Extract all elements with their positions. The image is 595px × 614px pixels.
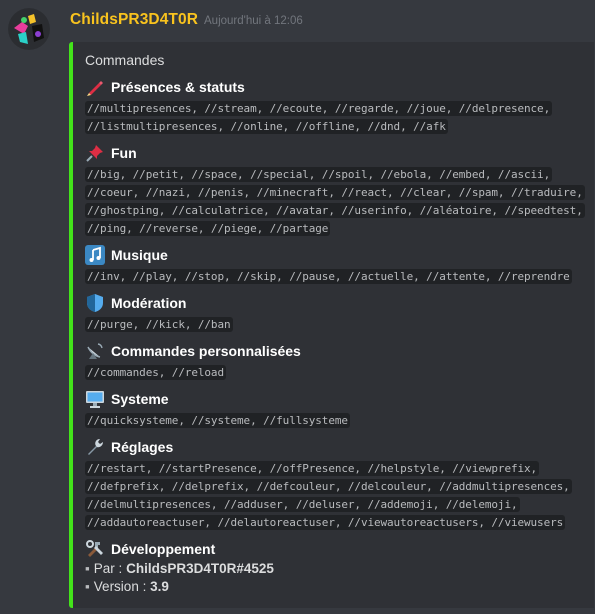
wrench-icon <box>85 437 105 457</box>
command-line: //listmultipresences, //online, //offlin… <box>85 118 588 136</box>
message-header: ChildsPR3D4T0R Aujourd'hui à 12:06 <box>70 11 303 33</box>
inline-code: //restart, //startPresence, //offPresenc… <box>85 461 540 476</box>
command-line: //delmultipresences, //adduser, //deluse… <box>85 496 588 514</box>
embed: Commandes Présences & statuts //multipres… <box>69 42 594 608</box>
field-name-text: Développement <box>111 541 216 557</box>
hammer-and-wrench-icon <box>85 539 105 559</box>
embed-title: Commandes <box>85 52 165 68</box>
field-name: Modération <box>85 292 588 314</box>
field-name-text: Musique <box>111 247 168 263</box>
command-line: //restart, //startPresence, //offPresenc… <box>85 460 588 478</box>
inline-code: //inv, //play, //stop, //skip, //pause, … <box>85 269 572 284</box>
command-line: //multipresences, //stream, //ecoute, //… <box>85 100 588 118</box>
field-name-text: Systeme <box>111 391 169 407</box>
command-line: //commandes, //reload <box>85 364 588 382</box>
inline-code: //delmultipresences, //adduser, //deluse… <box>85 497 520 512</box>
dev-version-line: ▪ Version : 3.9 <box>85 578 588 596</box>
inline-code: //purge, //kick, //ban <box>85 317 233 332</box>
inline-code: //listmultipresences, //online, //offlin… <box>85 119 448 134</box>
command-line: //ghostping, //calculatrice, //avatar, /… <box>85 202 588 220</box>
field-name-text: Modération <box>111 295 187 311</box>
field-name-text: Réglages <box>111 439 174 455</box>
shield-icon <box>85 293 105 313</box>
field-name-text: Commandes personnalisées <box>111 343 301 359</box>
command-line: //purge, //kick, //ban <box>85 316 588 334</box>
inline-code: //coeur, //nazi, //penis, //minecraft, /… <box>85 185 585 200</box>
dev-version-value: 3.9 <box>150 579 169 594</box>
timestamp: Aujourd'hui à 12:06 <box>204 15 303 27</box>
inline-code: //defprefix, //delprefix, //defcouleur, … <box>85 479 572 494</box>
username[interactable]: ChildsPR3D4T0R <box>70 11 198 29</box>
bullet: ▪ <box>85 579 90 594</box>
field-name: Réglages <box>85 436 588 458</box>
command-line: //inv, //play, //stop, //skip, //pause, … <box>85 268 588 286</box>
bullet: ▪ <box>85 561 90 576</box>
embed-field: Commandes personnalisées //commandes, //r… <box>85 340 588 382</box>
embed-field: Musique //inv, //play, //stop, //skip, //… <box>85 244 588 286</box>
field-value: //quicksysteme, //systeme, //fullsysteme <box>85 412 588 430</box>
dev-by-label: Par : <box>93 561 123 576</box>
inline-code: //ping, //reverse, //piege, //partage <box>85 221 331 236</box>
inline-code: //multipresences, //stream, //ecoute, //… <box>85 101 553 116</box>
command-line: //ping, //reverse, //piege, //partage <box>85 220 588 238</box>
field-name: Commandes personnalisées <box>85 340 588 362</box>
field-name-text: Présences & statuts <box>111 79 245 95</box>
field-value: //purge, //kick, //ban <box>85 316 588 334</box>
desktop-computer-icon <box>85 389 105 409</box>
dev-by-line: ▪ Par : ChildsPR3D4T0R#4525 <box>85 560 588 578</box>
command-line: //coeur, //nazi, //penis, //minecraft, /… <box>85 184 588 202</box>
inline-code: //commandes, //reload <box>85 365 226 380</box>
command-line: //big, //petit, //space, //special, //sp… <box>85 166 588 184</box>
embed-fields: Présences & statuts //multipresences, //s… <box>85 76 588 532</box>
field-value: //commandes, //reload <box>85 364 588 382</box>
satellite-dish-icon <box>85 341 105 361</box>
field-name: Systeme <box>85 388 588 410</box>
command-line: //addautoreactuser, //delautoreactuser, … <box>85 514 588 532</box>
command-line: //quicksysteme, //systeme, //fullsysteme <box>85 412 588 430</box>
field-name-text: Fun <box>111 145 137 161</box>
chat-message: ChildsPR3D4T0R Aujourd'hui à 12:06 Comma… <box>0 0 595 614</box>
field-value: //big, //petit, //space, //special, //sp… <box>85 166 588 238</box>
embed-field: Modération //purge, //kick, //ban <box>85 292 588 334</box>
field-value: //restart, //startPresence, //offPresenc… <box>85 460 588 532</box>
inline-code: //ghostping, //calculatrice, //avatar, /… <box>85 203 585 218</box>
embed-field: Systeme //quicksysteme, //systeme, //full… <box>85 388 588 430</box>
field-value: //inv, //play, //stop, //skip, //pause, … <box>85 268 588 286</box>
dev-version-label: Version : <box>93 579 147 594</box>
embed-field: Fun //big, //petit, //space, //special, /… <box>85 142 588 238</box>
field-value: //multipresences, //stream, //ecoute, //… <box>85 100 588 136</box>
embed-body: Commandes Présences & statuts //multipres… <box>85 50 588 596</box>
field-name: Fun <box>85 142 588 164</box>
field-name: Développement <box>85 538 588 560</box>
field-name: Musique <box>85 244 588 266</box>
dev-by-value: ChildsPR3D4T0R#4525 <box>126 561 274 576</box>
avatar[interactable] <box>8 8 50 50</box>
avatar-image-icon <box>8 8 50 50</box>
inline-code: //quicksysteme, //systeme, //fullsysteme <box>85 413 350 428</box>
inline-code: //addautoreactuser, //delautoreactuser, … <box>85 515 566 530</box>
inline-code: //big, //petit, //space, //special, //sp… <box>85 167 553 182</box>
musical-notes-icon <box>85 245 105 265</box>
field-name: Présences & statuts <box>85 76 588 98</box>
embed-field: Présences & statuts //multipresences, //s… <box>85 76 588 136</box>
pushpin-icon <box>85 143 105 163</box>
embed-field-dev: Développement ▪ Par : ChildsPR3D4T0R#4525… <box>85 538 588 596</box>
embed-field: Réglages //restart, //startPresence, //of… <box>85 436 588 532</box>
crayon-icon <box>85 77 105 97</box>
command-line: //defprefix, //delprefix, //defcouleur, … <box>85 478 588 496</box>
